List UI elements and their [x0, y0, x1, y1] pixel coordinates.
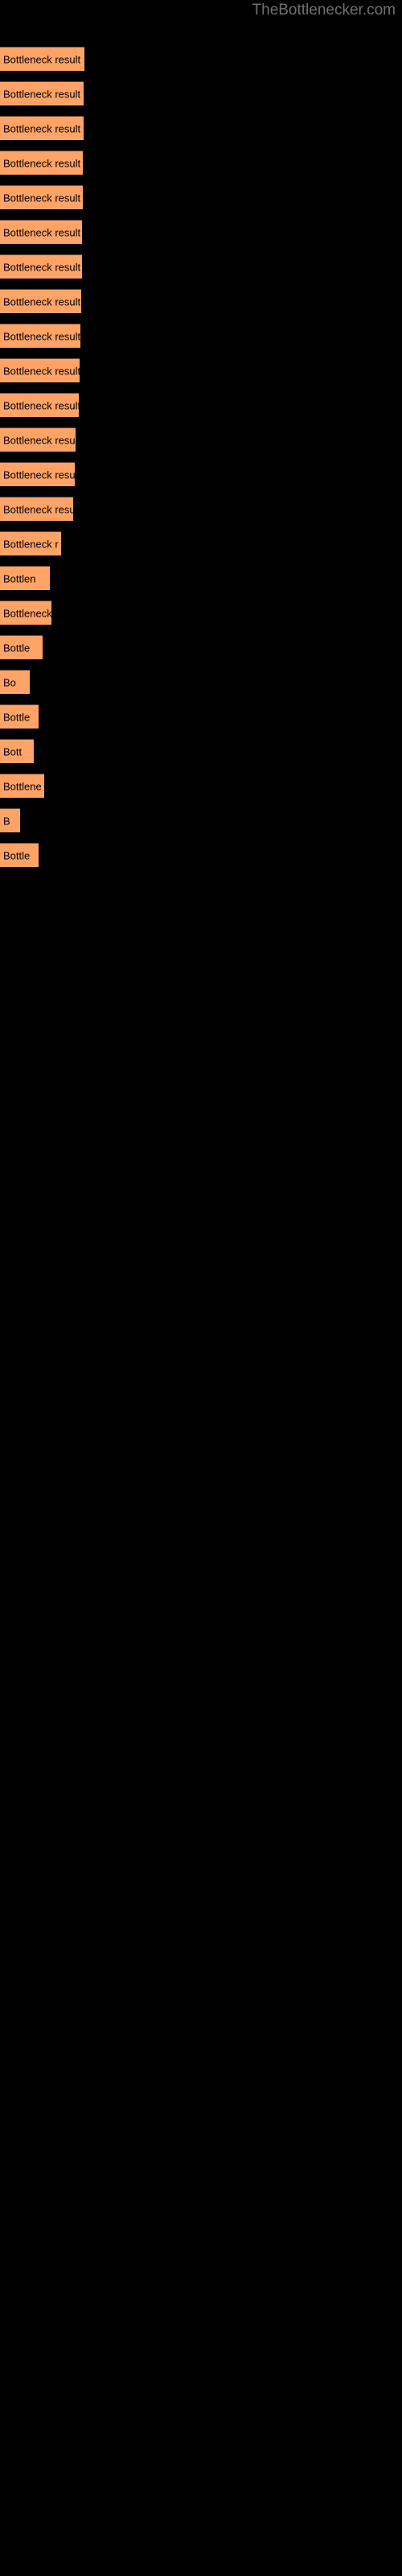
bar-label: Bottleneck result — [3, 88, 81, 100]
site-title: TheBottlenecker.com — [252, 2, 396, 19]
bar-label: Bottleneck result — [3, 330, 80, 342]
bar-label: Bottlene — [3, 780, 42, 792]
bar-row: Bottleneck — [0, 601, 402, 625]
bar-label: Bottle — [3, 711, 31, 723]
bar-label: Bottleneck result — [3, 295, 81, 308]
bar-row: Bottleneck result — [0, 254, 402, 279]
bar[interactable]: Bottle — [0, 635, 43, 659]
bar[interactable]: Bottleneck result — [0, 358, 80, 382]
bar[interactable]: Bo — [0, 670, 30, 694]
bar-row: Bottleneck resu — [0, 497, 402, 521]
bar[interactable]: Bottlene — [0, 774, 44, 798]
bar-row: Bo — [0, 670, 402, 694]
bar-label: Bottleneck result — [3, 157, 81, 169]
bar[interactable]: Bottleneck result — [0, 116, 84, 140]
bar[interactable]: Bottleneck result — [0, 81, 84, 105]
bar[interactable]: Bott — [0, 739, 34, 763]
bar-row: Bottle — [0, 635, 402, 659]
bar[interactable]: Bottleneck result — [0, 47, 84, 71]
bar[interactable]: Bottleneck result — [0, 220, 82, 244]
bar-row: Bottleneck result — [0, 220, 402, 244]
bar-label: Bottleneck resul — [3, 434, 76, 446]
bar-label: Bottleneck result — [3, 365, 80, 377]
bar-label: Bottleneck result — [3, 226, 81, 238]
bar[interactable]: B — [0, 808, 20, 832]
bar-label: Bott — [3, 745, 23, 758]
bar-label: Bottleneck r — [3, 538, 59, 550]
bar-row: Bottleneck result — [0, 116, 402, 140]
bar[interactable]: Bottleneck result — [0, 254, 82, 279]
bar-row: Bottleneck result — [0, 185, 402, 209]
bar[interactable]: Bottleneck result — [0, 393, 79, 417]
bar-row: B — [0, 808, 402, 832]
bar-row: Bottle — [0, 843, 402, 867]
bar[interactable]: Bottleneck resu — [0, 497, 73, 521]
bar[interactable]: Bottleneck result — [0, 185, 83, 209]
bar[interactable]: Bottleneck — [0, 601, 51, 625]
bar-row: Bottleneck resul — [0, 427, 402, 452]
bottleneck-bar-chart: TheBottlenecker.com Bottleneck result Bot… — [0, 0, 402, 2576]
bar-row: Bottleneck result — [0, 289, 402, 313]
bar-label: Bottleneck — [3, 607, 51, 619]
bar-label: Bottleneck result — [3, 261, 81, 273]
bar-row: Bottleneck result — [0, 47, 402, 71]
bar-row: Bott — [0, 739, 402, 763]
bar-row: Bottleneck result — [0, 358, 402, 382]
bar-row: Bottleneck result — [0, 81, 402, 105]
bar-row: Bottlene — [0, 774, 402, 798]
bar[interactable]: Bottleneck result — [0, 151, 83, 175]
bar[interactable]: Bottle — [0, 704, 39, 729]
bar[interactable]: Bottleneck result — [0, 324, 80, 348]
bar-row: Bottleneck result — [0, 462, 402, 486]
bar-label: Bottlen — [3, 572, 36, 584]
bar[interactable]: Bottlen — [0, 566, 50, 590]
bar-label: Bottleneck result — [3, 469, 75, 481]
bar-label: Bottleneck resu — [3, 503, 73, 515]
bar[interactable]: Bottleneck resul — [0, 427, 76, 452]
bar-row: Bottleneck result — [0, 393, 402, 417]
bar-row: Bottleneck result — [0, 151, 402, 175]
bar[interactable]: Bottleneck r — [0, 531, 61, 555]
bar-label: Bottle — [3, 849, 31, 861]
bar-row: Bottleneck result — [0, 324, 402, 348]
bar-row: Bottlen — [0, 566, 402, 590]
bar-label: Bottleneck result — [3, 122, 81, 134]
bar-label: Bottleneck result — [3, 192, 81, 204]
bar-label: Bottleneck result — [3, 399, 79, 411]
bar-row: Bottle — [0, 704, 402, 729]
bar[interactable]: Bottleneck result — [0, 462, 75, 486]
bar-label: Bottleneck result — [3, 53, 81, 65]
bar-label: Bo — [3, 676, 16, 688]
bar-row: Bottleneck r — [0, 531, 402, 555]
bar[interactable]: Bottleneck result — [0, 289, 81, 313]
bar-label: Bottle — [3, 642, 31, 654]
bar[interactable]: Bottle — [0, 843, 39, 867]
bar-label: B — [3, 815, 10, 827]
